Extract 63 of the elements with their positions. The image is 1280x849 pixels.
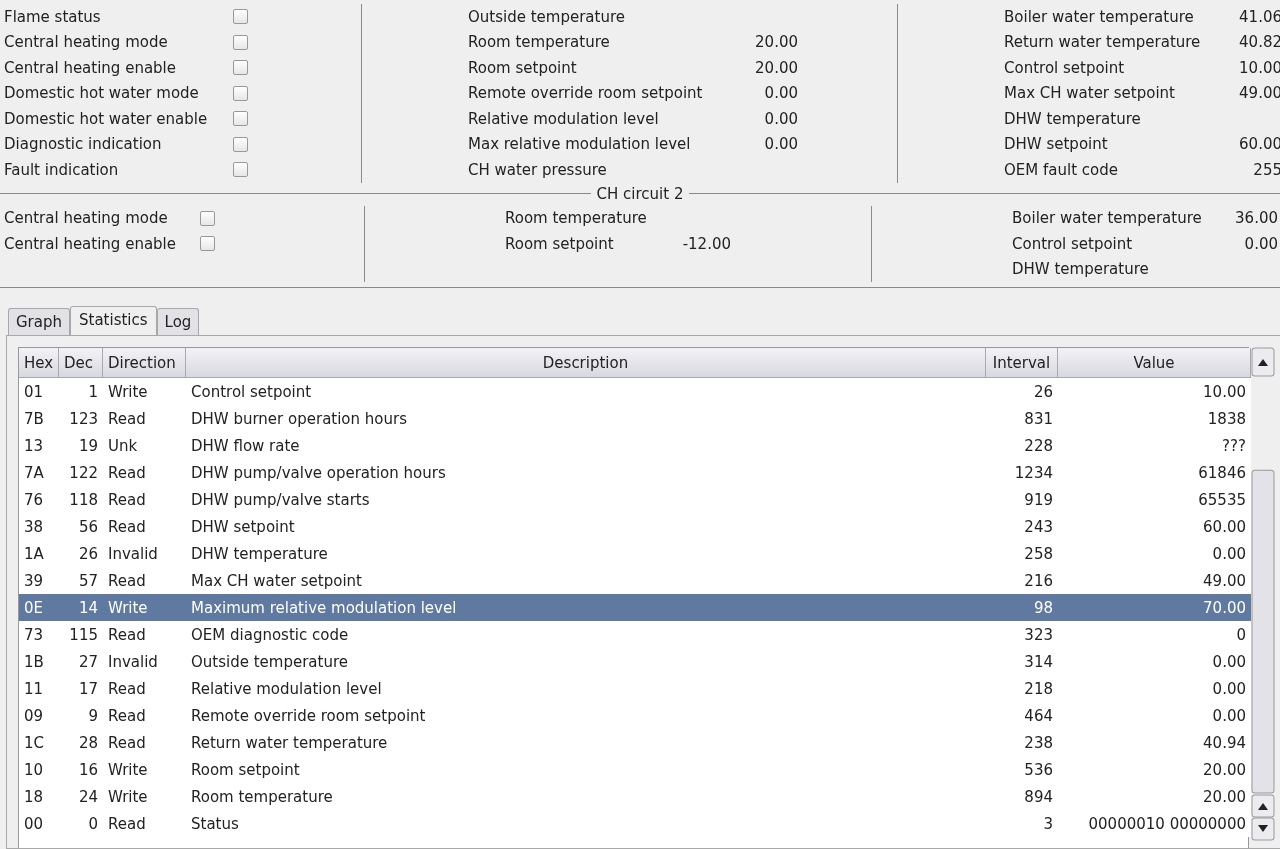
tab[interactable]: Log: [156, 308, 200, 335]
reading-label: Room temperature: [505, 209, 648, 228]
column-header[interactable]: Description: [186, 348, 986, 378]
flag-label: Domestic hot water enable: [4, 109, 209, 128]
tab[interactable]: Graph: [8, 308, 70, 335]
reading-label: DHW temperature: [1004, 109, 1142, 128]
reading-value: 0.00: [763, 135, 798, 154]
checkbox[interactable]: [233, 60, 248, 76]
column-header[interactable]: Value: [1058, 348, 1251, 378]
reading-label: Max relative modulation level: [468, 135, 692, 154]
table-cell: Maximum relative modulation level: [186, 594, 986, 621]
checkbox[interactable]: [233, 34, 248, 50]
reading-label: DHW setpoint: [1004, 135, 1109, 154]
checkbox[interactable]: [200, 210, 215, 226]
table-cell: 98: [986, 594, 1058, 621]
checkbox[interactable]: [233, 111, 248, 127]
flag-label: Diagnostic indication: [4, 135, 163, 154]
flag-label: Central heating mode: [4, 209, 169, 228]
flag-label: Fault indication: [4, 160, 120, 179]
table-cell: Write: [103, 594, 186, 621]
tab[interactable]: Statistics: [70, 306, 157, 336]
reading-value: 255: [1252, 160, 1280, 179]
reading-value: 0.00: [763, 109, 798, 128]
reading-label: Outside temperature: [468, 7, 626, 26]
reading-label: Room setpoint: [468, 58, 578, 77]
flag-label: Domestic hot water mode: [4, 84, 200, 103]
checkbox[interactable]: [233, 9, 248, 25]
reading-value: -12.00: [681, 234, 731, 253]
column-header[interactable]: Direction: [103, 348, 186, 378]
column-header[interactable]: Interval: [986, 348, 1058, 378]
column-header[interactable]: Hex: [19, 348, 59, 378]
table-cell: 14: [59, 594, 103, 621]
flag-label: Central heating mode: [4, 33, 169, 52]
checkbox[interactable]: [233, 85, 248, 101]
column-header[interactable]: Dec: [59, 348, 103, 378]
reading-value: 0.00: [1243, 234, 1278, 253]
reading-value: 40.82: [1238, 33, 1280, 52]
flag-label: Central heating enable: [4, 234, 177, 253]
flag-label: Central heating enable: [4, 58, 177, 77]
reading-label: DHW temperature: [1012, 260, 1150, 279]
reading-label: Return water temperature: [1004, 33, 1202, 52]
reading-value: 0.00: [763, 84, 798, 103]
flag-label: Flame status: [4, 7, 102, 26]
checkbox[interactable]: [233, 136, 248, 152]
reading-label: Remote override room setpoint: [468, 84, 704, 103]
table-cell: 0E: [19, 594, 59, 621]
checkbox[interactable]: [200, 236, 215, 252]
reading-label: Boiler water temperature: [1012, 209, 1203, 228]
reading-label: CH water pressure: [468, 160, 608, 179]
group-title: CH circuit 2: [595, 184, 685, 203]
reading-label: Boiler water temperature: [1004, 7, 1195, 26]
reading-label: Control setpoint: [1012, 234, 1134, 253]
reading-label: Relative modulation level: [468, 109, 660, 128]
reading-label: Room setpoint: [505, 234, 615, 253]
reading-label: Room temperature: [468, 33, 611, 52]
reading-label: OEM fault code: [1004, 160, 1119, 179]
reading-value: 20.00: [754, 58, 798, 77]
table-cell: 70.00: [1058, 594, 1251, 621]
checkbox[interactable]: [233, 162, 248, 178]
reading-value: 36.00: [1234, 209, 1278, 228]
reading-label: Max CH water setpoint: [1004, 84, 1176, 103]
reading-label: Control setpoint: [1004, 58, 1126, 77]
reading-value: 20.00: [754, 33, 798, 52]
